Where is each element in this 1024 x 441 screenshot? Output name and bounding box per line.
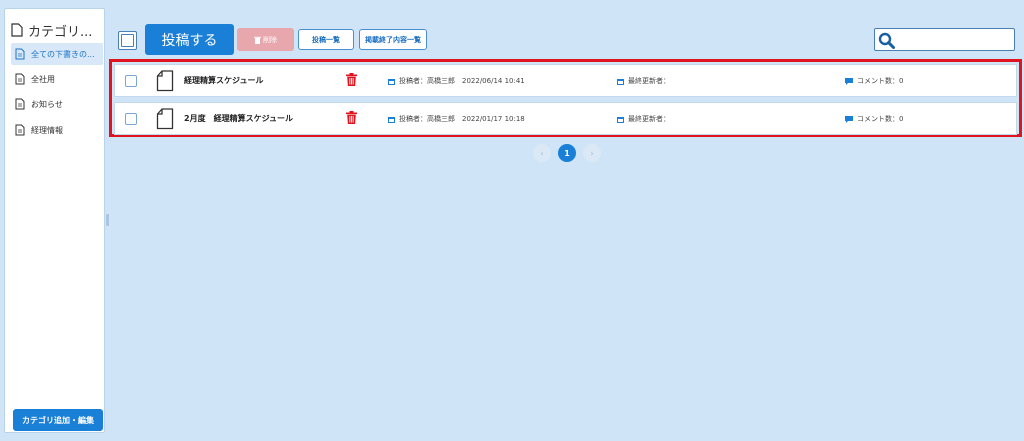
search-icon: [878, 32, 895, 49]
category-sidebar: カテゴリ... 全ての下書きの... 全社用 お知らせ 経理情報 カテゴリ追加・…: [4, 8, 105, 433]
calendar-icon: [617, 116, 624, 123]
document-lines-icon: [15, 124, 25, 136]
posted-by: 投稿者：高橋三郎 2022/01/17 10:18: [388, 114, 525, 124]
sidebar-item-label: 全ての下書きの...: [31, 49, 95, 59]
post-row[interactable]: 経理精算スケジュール 投稿者：高橋三郎 2022/06/14 10:41 最終更…: [114, 64, 1017, 97]
sidebar-item-all-drafts[interactable]: 全ての下書きの...: [11, 43, 103, 65]
expired-list-button[interactable]: 掲載終了内容一覧: [359, 29, 427, 50]
delete-button[interactable]: 削除: [237, 28, 294, 51]
file-icon: [156, 70, 174, 92]
delete-label: 削除: [263, 35, 277, 44]
post-list-button[interactable]: 投稿一覧: [298, 29, 354, 50]
comment-icon: [845, 115, 853, 123]
trash-icon[interactable]: [346, 73, 357, 86]
calendar-icon: [388, 116, 395, 123]
sidebar-item-label: お知らせ: [31, 99, 63, 109]
document-lines-icon: [15, 48, 25, 60]
sidebar-item-label: 経理情報: [31, 125, 63, 135]
search-input[interactable]: [897, 31, 1011, 48]
document-lines-icon: [15, 73, 25, 85]
select-all-checkbox[interactable]: [118, 31, 137, 50]
post-title[interactable]: 経理精算スケジュール: [184, 75, 263, 86]
posted-by: 投稿者：高橋三郎 2022/06/14 10:41: [388, 76, 525, 86]
document-icon: [11, 23, 23, 37]
sidebar-item-company[interactable]: 全社用: [11, 68, 103, 90]
comment-count: コメント数：0: [845, 114, 903, 124]
sidebar-title: カテゴリ...: [28, 24, 93, 40]
search-box[interactable]: [874, 28, 1015, 51]
row-checkbox[interactable]: [125, 75, 137, 87]
row-checkbox[interactable]: [125, 113, 137, 125]
prev-page-button[interactable]: ‹: [533, 144, 551, 162]
category-edit-button[interactable]: カテゴリ追加・編集: [13, 409, 103, 431]
post-title[interactable]: 2月度 経理精算スケジュール: [184, 113, 293, 124]
file-icon: [156, 108, 174, 130]
sidebar-item-label: 全社用: [31, 74, 55, 84]
document-lines-icon: [15, 98, 25, 110]
sidebar-collapse-handle[interactable]: [106, 214, 109, 226]
trash-icon[interactable]: [346, 111, 357, 124]
last-updated: 最終更新者：: [617, 114, 670, 124]
calendar-icon: [388, 78, 395, 85]
post-row[interactable]: 2月度 経理精算スケジュール 投稿者：高橋三郎 2022/01/17 10:18…: [114, 102, 1017, 135]
sidebar-item-accounting[interactable]: 経理情報: [11, 119, 103, 141]
next-page-button[interactable]: ›: [583, 144, 601, 162]
trash-icon: [254, 36, 261, 44]
post-button[interactable]: 投稿する: [145, 24, 234, 55]
comment-count: コメント数：0: [845, 76, 903, 86]
calendar-icon: [617, 78, 624, 85]
sidebar-item-notices[interactable]: お知らせ: [11, 93, 103, 115]
post-list: 経理精算スケジュール 投稿者：高橋三郎 2022/06/14 10:41 最終更…: [109, 59, 1022, 137]
sidebar-header: カテゴリ...: [11, 19, 103, 41]
last-updated: 最終更新者：: [617, 76, 670, 86]
page-1-button[interactable]: 1: [558, 144, 576, 162]
comment-icon: [845, 77, 853, 85]
